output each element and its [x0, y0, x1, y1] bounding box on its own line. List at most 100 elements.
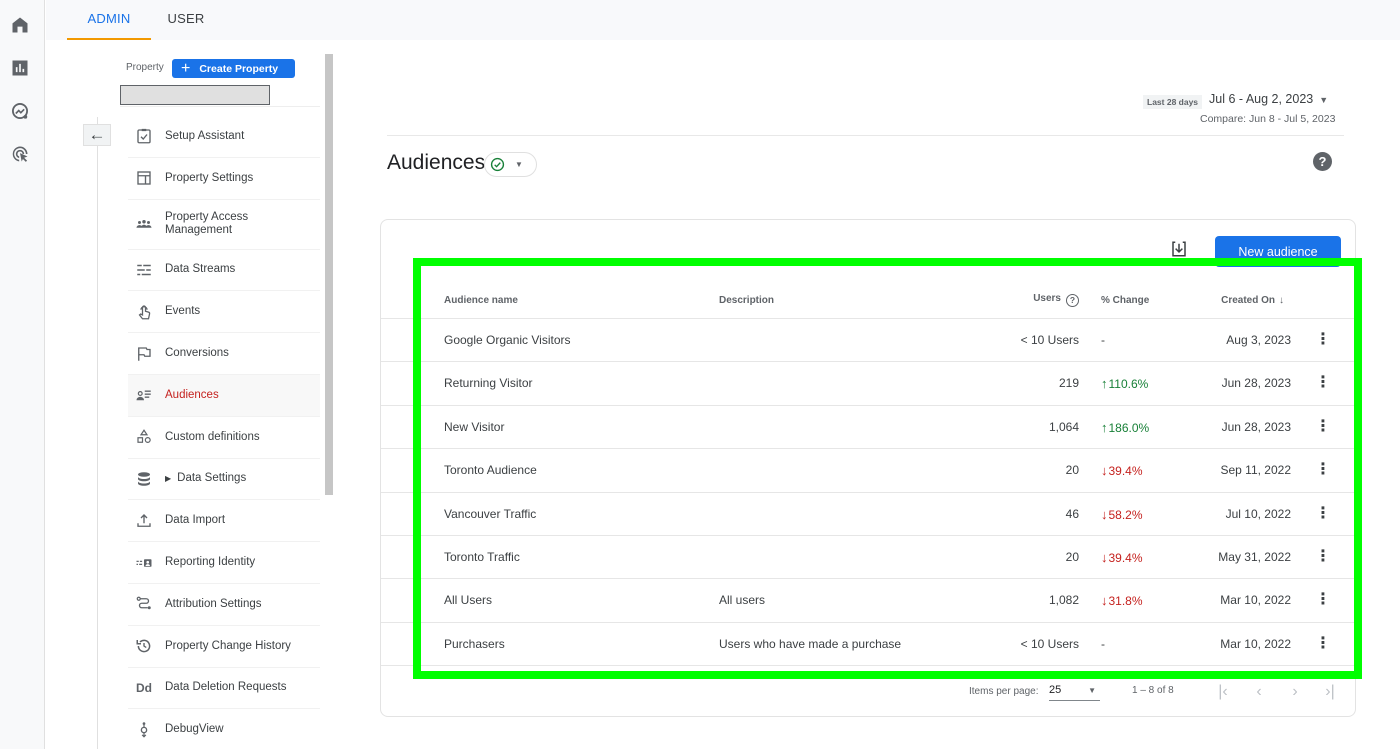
column-header-description[interactable]: Description — [719, 295, 774, 306]
audience-name[interactable]: All Users — [444, 593, 492, 607]
nav-item-property-settings[interactable]: Property Settings — [128, 158, 320, 200]
audience-created-on: Sep 11, 2022 — [1220, 463, 1291, 478]
nav-item-property-change-history[interactable]: Property Change History — [128, 626, 320, 668]
table-row[interactable]: All Users All users 1,082 ↓31.8% Mar 10, 202… — [381, 579, 1355, 623]
table-row[interactable]: Vancouver Traffic 46 ↓58.2% Jul 10, 2022 ⋮ — [381, 493, 1355, 536]
table-row[interactable]: Returning Visitor 219 ↑110.6% Jun 28, 2023 ⋮ — [381, 362, 1355, 406]
more-vert-icon[interactable]: ⋮ — [1315, 330, 1331, 350]
last-page-button[interactable]: ›| — [1320, 682, 1340, 702]
audience-name[interactable]: Toronto Traffic — [444, 550, 520, 564]
conversions-flag-icon — [134, 344, 154, 364]
nav-item-debugview[interactable]: DebugView — [128, 709, 320, 749]
data-streams-icon — [134, 260, 154, 280]
chevron-down-icon: ▼ — [1319, 95, 1329, 105]
bar-chart-icon[interactable] — [9, 57, 31, 79]
nav-item-data-settings[interactable]: ▶ Data Settings — [128, 459, 320, 501]
audience-created-on: Jun 28, 2023 — [1221, 376, 1291, 391]
new-audience-button[interactable]: New audience — [1215, 236, 1341, 267]
audience-change: - — [1101, 636, 1105, 651]
nav-item-events[interactable]: Events — [128, 291, 320, 334]
nav-item-attribution-settings[interactable]: Attribution Settings — [128, 584, 320, 626]
table-row[interactable]: Purchasers Users who have made a purchase… — [381, 623, 1355, 667]
table-row[interactable]: New Visitor 1,064 ↑186.0% Jun 28, 2023 ⋮ — [381, 406, 1355, 450]
column-header-change[interactable]: % Change — [1101, 295, 1149, 306]
home-icon[interactable] — [9, 14, 31, 36]
nav-item-data-import[interactable]: Data Import — [128, 500, 320, 543]
nav-item-setup-assistant[interactable]: Setup Assistant — [128, 116, 320, 158]
nav-item-data-deletion-requests[interactable]: Dd Data Deletion Requests — [128, 668, 320, 710]
more-vert-icon[interactable]: ⋮ — [1315, 417, 1331, 437]
nav-item-audiences[interactable]: Audiences — [128, 374, 320, 417]
previous-page-button[interactable]: ‹ — [1249, 682, 1269, 702]
audience-name[interactable]: Google Organic Visitors — [444, 333, 571, 347]
table-row[interactable]: Google Organic Visitors < 10 Users - Aug 3,… — [381, 319, 1355, 363]
back-button[interactable]: ← — [83, 124, 111, 146]
advertising-icon[interactable] — [9, 143, 31, 165]
explore-icon[interactable] — [9, 100, 31, 122]
nav-item-conversions[interactable]: Conversions — [128, 333, 320, 375]
audience-change: ↓39.4% — [1101, 549, 1143, 565]
more-vert-icon[interactable]: ⋮ — [1315, 373, 1331, 393]
setup-assistant-icon — [134, 126, 154, 146]
export-download-icon[interactable] — [1170, 240, 1188, 258]
nav-guide-line — [97, 117, 98, 749]
audience-name[interactable]: Toronto Audience — [444, 463, 537, 477]
date-range-text: Jul 6 - Aug 2, 2023 — [1209, 92, 1314, 106]
tab-user[interactable]: USER — [161, 0, 211, 40]
help-circle-icon[interactable]: ? — [1066, 294, 1079, 307]
status-dropdown[interactable]: ▼ — [484, 152, 537, 177]
date-range-picker[interactable]: Jul 6 - Aug 2, 2023 ▼ — [1209, 92, 1328, 106]
column-header-name[interactable]: Audience name — [444, 295, 518, 306]
property-label: Property — [126, 62, 164, 73]
nav-item-property-access-management[interactable]: Property Access Management — [128, 200, 320, 250]
create-property-button[interactable]: + Create Property — [172, 59, 295, 78]
attribution-settings-icon — [134, 594, 154, 614]
audience-change: ↑186.0% — [1101, 419, 1150, 435]
events-icon — [134, 302, 154, 322]
left-rail — [0, 0, 45, 749]
audience-created-on: Aug 3, 2023 — [1226, 333, 1291, 347]
more-vert-icon[interactable]: ⋮ — [1315, 547, 1331, 567]
more-vert-icon[interactable]: ⋮ — [1315, 460, 1331, 480]
table-row[interactable]: Toronto Audience 20 ↓39.4% Sep 11, 2022 ⋮ — [381, 449, 1355, 493]
data-deletion-icon: Dd — [136, 680, 152, 695]
page-title: Audiences — [387, 151, 486, 174]
audience-users: 219 — [1058, 376, 1079, 391]
property-selector[interactable] — [120, 85, 270, 105]
nav-item-custom-definitions[interactable]: Custom definitions — [128, 417, 320, 459]
table-header: Audience name Description Users? % Chang… — [381, 281, 1355, 319]
admin-nav: Setup Assistant Property Settings Proper… — [128, 116, 320, 749]
top-tab-bar: ADMIN USER — [46, 0, 1400, 40]
data-settings-icon — [134, 469, 154, 489]
audience-change: ↑110.6% — [1101, 376, 1149, 392]
arrow-left-icon: ← — [88, 125, 106, 144]
arrow-down-icon: ↓ — [1101, 506, 1108, 522]
table-row[interactable]: Toronto Traffic 20 ↓39.4% May 31, 2022 ⋮ — [381, 536, 1355, 580]
plus-icon: + — [181, 59, 191, 77]
first-page-button[interactable]: |‹ — [1213, 682, 1233, 702]
nav-item-data-streams[interactable]: Data Streams — [128, 250, 320, 292]
audience-name[interactable]: New Visitor — [444, 420, 504, 434]
more-vert-icon[interactable]: ⋮ — [1315, 634, 1331, 654]
expand-caret-icon[interactable]: ▶ — [165, 474, 171, 483]
column-header-created-on[interactable]: Created On ↓ — [1221, 295, 1284, 306]
more-vert-icon[interactable]: ⋮ — [1315, 504, 1331, 524]
next-page-button[interactable]: › — [1285, 682, 1305, 702]
more-vert-icon[interactable]: ⋮ — [1315, 590, 1331, 610]
items-per-page-select[interactable]: 25 ▼ — [1049, 684, 1100, 701]
admin-nav-scrollbar[interactable] — [325, 54, 333, 495]
tab-admin[interactable]: ADMIN — [67, 0, 151, 40]
help-icon[interactable]: ? — [1313, 152, 1332, 171]
nav-item-reporting-identity[interactable]: Reporting Identity — [128, 542, 320, 584]
debugview-icon — [134, 720, 154, 740]
arrow-up-icon: ↑ — [1101, 419, 1108, 435]
audience-name[interactable]: Returning Visitor — [444, 376, 533, 390]
sort-descending-icon[interactable]: ↓ — [1279, 295, 1284, 306]
access-management-icon — [134, 214, 154, 234]
items-per-page-value: 25 — [1049, 684, 1062, 696]
audience-users: < 10 Users — [1020, 636, 1079, 651]
audience-created-on: Jun 28, 2023 — [1221, 419, 1291, 434]
column-header-users[interactable]: Users? — [1033, 293, 1079, 307]
audience-name[interactable]: Purchasers — [444, 637, 505, 651]
audience-name[interactable]: Vancouver Traffic — [444, 507, 536, 521]
